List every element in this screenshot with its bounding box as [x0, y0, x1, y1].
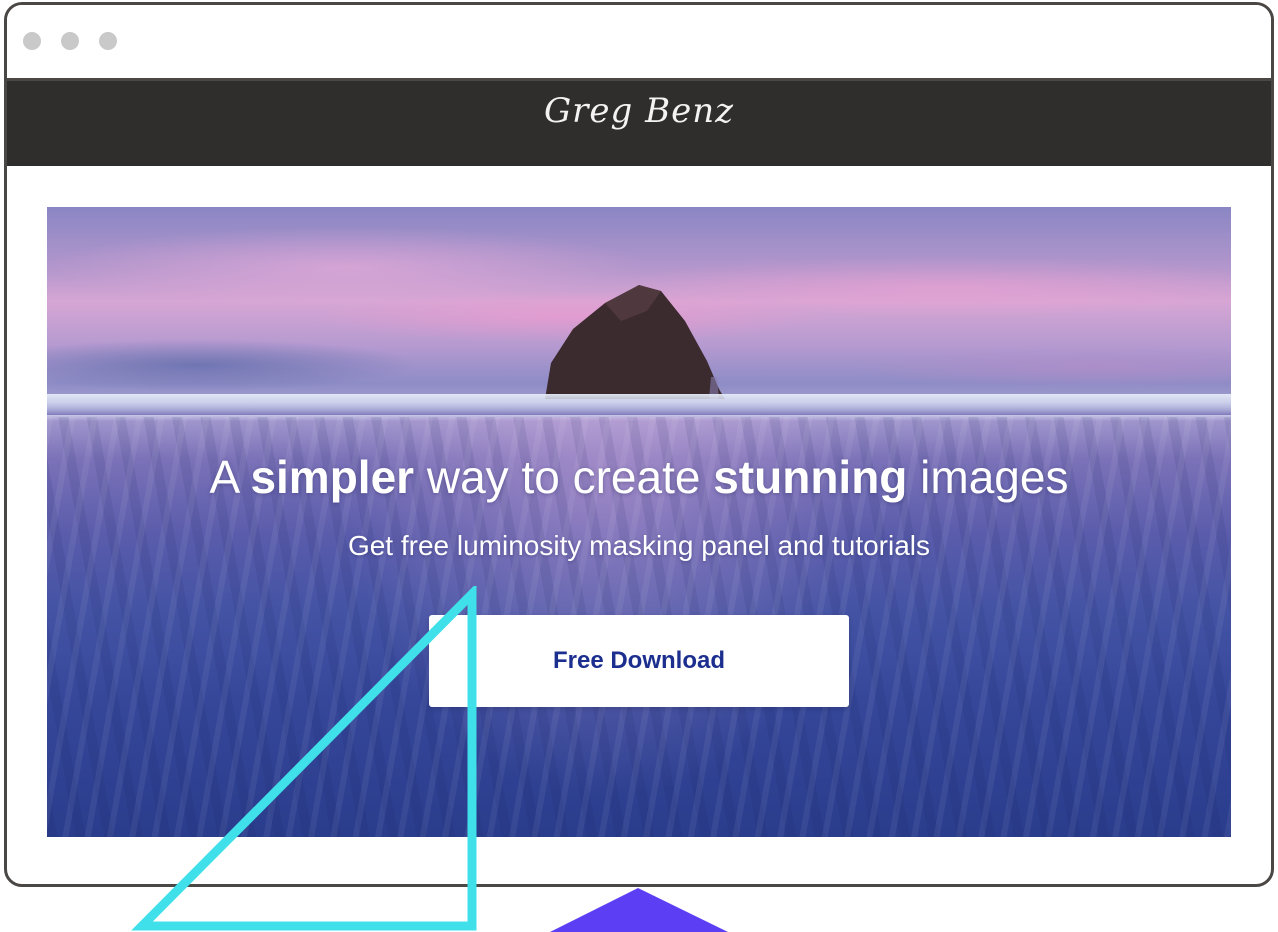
- ocean-surf: [47, 394, 1231, 416]
- sea-stack-rock: [545, 285, 725, 399]
- window-close-dot-icon[interactable]: [23, 32, 41, 50]
- decorative-cyan-triangle: [131, 586, 477, 931]
- decorative-purple-triangle: [550, 888, 728, 932]
- free-download-button[interactable]: Free Download: [429, 615, 849, 707]
- hero-subheadline: Get free luminosity masking panel and tu…: [347, 530, 931, 561]
- site-logo[interactable]: Greg Benz: [544, 91, 734, 131]
- hero-headline: A simpler way to create stunning images: [209, 451, 1069, 503]
- site-header: Greg Benz: [7, 78, 1271, 166]
- window-maximize-dot-icon[interactable]: [99, 32, 117, 50]
- window-minimize-dot-icon[interactable]: [61, 32, 79, 50]
- browser-titlebar: [7, 5, 1271, 78]
